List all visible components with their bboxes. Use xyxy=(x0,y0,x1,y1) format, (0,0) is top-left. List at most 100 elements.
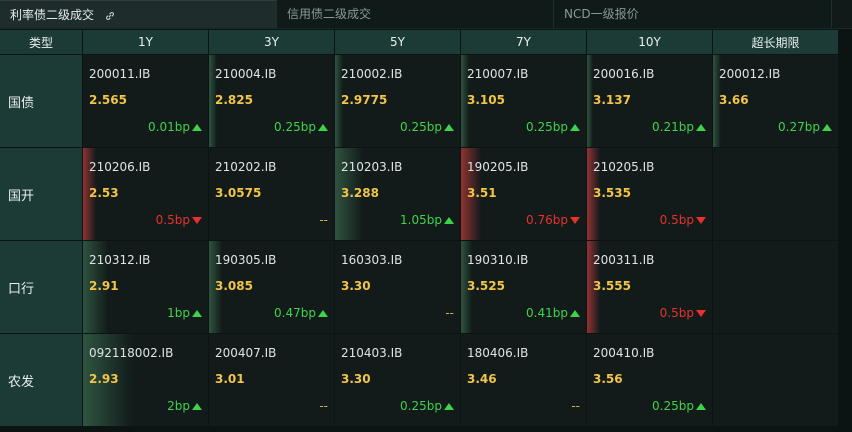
bond-quote-cell[interactable]: 160303.IB 3.30 -- xyxy=(335,241,460,333)
yield-change: 0.25bp xyxy=(274,120,328,134)
bond-quote-cell[interactable]: 200311.IB 3.555 0.5bp xyxy=(587,241,712,333)
bond-yield: 3.30 xyxy=(341,279,371,293)
triangle-up-icon xyxy=(444,124,454,131)
bond-code: 210206.IB xyxy=(89,160,151,174)
row-label: 农发 xyxy=(0,334,82,426)
yield-change-value: 0.5bp xyxy=(659,213,694,227)
yield-change: 0.5bp xyxy=(156,213,202,227)
bond-quote-table: 类型 1Y 3Y 5Y 7Y 10Y 超长期限 国债 200011.IB 2.565… xyxy=(0,30,838,426)
yield-change: 0.27bp xyxy=(778,120,832,134)
header-tenor-1y[interactable]: 1Y xyxy=(83,30,208,54)
bond-yield: 2.53 xyxy=(89,186,119,200)
yield-change-value: 0.25bp xyxy=(400,120,442,134)
bond-quote-cell[interactable]: 210203.IB 3.288 1.05bp xyxy=(335,148,460,240)
yield-change-value: 0.25bp xyxy=(274,120,316,134)
yield-change: 0.25bp xyxy=(400,120,454,134)
yield-change-value: -- xyxy=(319,399,328,413)
bond-yield: 2.93 xyxy=(89,372,119,386)
bond-quote-cell[interactable]: 210312.IB 2.91 1bp xyxy=(83,241,208,333)
bond-yield: 3.288 xyxy=(341,186,379,200)
bond-yield: 3.085 xyxy=(215,279,253,293)
bond-quote-cell[interactable]: 200011.IB 2.565 0.01bp xyxy=(83,55,208,147)
bond-quote-cell[interactable]: 210206.IB 2.53 0.5bp xyxy=(83,148,208,240)
yield-change-value: -- xyxy=(571,399,580,413)
empty-cell xyxy=(713,334,838,426)
yield-change: 2bp xyxy=(167,399,202,413)
triangle-down-icon xyxy=(696,310,706,317)
bond-quote-cell[interactable]: 180406.IB 3.46 -- xyxy=(461,334,586,426)
triangle-up-icon xyxy=(444,217,454,224)
header-tenor-3y[interactable]: 3Y xyxy=(209,30,334,54)
triangle-up-icon xyxy=(570,124,580,131)
triangle-up-icon xyxy=(318,310,328,317)
bond-quote-cell[interactable]: 190305.IB 3.085 0.47bp xyxy=(209,241,334,333)
triangle-up-icon xyxy=(696,124,706,131)
header-tenor-10y[interactable]: 10Y xyxy=(587,30,712,54)
bond-yield: 3.51 xyxy=(467,186,497,200)
yield-change: 0.25bp xyxy=(400,399,454,413)
tab-label: 信用债二级成交 xyxy=(287,7,372,21)
header-tenor-7y[interactable]: 7Y xyxy=(461,30,586,54)
row-label: 口行 xyxy=(0,241,82,333)
bond-yield: 3.30 xyxy=(341,372,371,386)
bond-quote-cell[interactable]: 200012.IB 3.66 0.27bp xyxy=(713,55,838,147)
bond-code: 210004.IB xyxy=(215,67,277,81)
row-label: 国债 xyxy=(0,55,82,147)
bond-quote-cell[interactable]: 190205.IB 3.51 0.76bp xyxy=(461,148,586,240)
yield-change: -- xyxy=(445,306,454,320)
triangle-up-icon xyxy=(192,124,202,131)
header-type: 类型 xyxy=(0,30,82,54)
row-label: 国开 xyxy=(0,148,82,240)
yield-change: 1.05bp xyxy=(400,213,454,227)
header-tenor-ultra-long[interactable]: 超长期限 xyxy=(713,30,838,54)
bond-code: 200407.IB xyxy=(215,346,277,360)
tab-label: NCD一级报价 xyxy=(564,7,639,21)
yield-change-value: 1bp xyxy=(167,306,190,320)
bond-quote-cell[interactable]: 200410.IB 3.56 0.25bp xyxy=(587,334,712,426)
bond-quote-cell[interactable]: 200016.IB 3.137 0.21bp xyxy=(587,55,712,147)
yield-change-value: 0.76bp xyxy=(526,213,568,227)
triangle-up-icon xyxy=(696,403,706,410)
link-icon[interactable] xyxy=(104,10,116,22)
bond-quote-cell[interactable]: 092118002.IB 2.93 2bp xyxy=(83,334,208,426)
yield-change: 0.76bp xyxy=(526,213,580,227)
bond-quote-cell[interactable]: 200407.IB 3.01 -- xyxy=(209,334,334,426)
yield-change-value: 2bp xyxy=(167,399,190,413)
bond-quote-cell[interactable]: 190310.IB 3.525 0.41bp xyxy=(461,241,586,333)
bond-quote-cell[interactable]: 210004.IB 2.825 0.25bp xyxy=(209,55,334,147)
triangle-up-icon xyxy=(192,310,202,317)
yield-change: -- xyxy=(319,399,328,413)
tab-rate-bond-secondary[interactable]: 利率债二级成交 xyxy=(0,0,277,28)
yield-change-value: 0.5bp xyxy=(155,213,190,227)
bond-yield: 2.565 xyxy=(89,93,127,107)
bond-code: 190205.IB xyxy=(467,160,529,174)
bond-code: 210312.IB xyxy=(89,253,151,267)
bond-code: 160303.IB xyxy=(341,253,403,267)
bond-quote-cell[interactable]: 210403.IB 3.30 0.25bp xyxy=(335,334,460,426)
yield-change: 0.5bp xyxy=(660,213,706,227)
bond-code: 210202.IB xyxy=(215,160,277,174)
tab-ncd-primary-quote[interactable]: NCD一级报价 xyxy=(554,0,832,28)
bond-code: 180406.IB xyxy=(467,346,529,360)
yield-change-value: 1.05bp xyxy=(400,213,442,227)
yield-change-value: -- xyxy=(319,213,328,227)
bond-yield: 3.66 xyxy=(719,93,749,107)
bond-quote-cell[interactable]: 210205.IB 3.535 0.5bp xyxy=(587,148,712,240)
bond-quote-cell[interactable]: 210007.IB 3.105 0.25bp xyxy=(461,55,586,147)
bond-yield: 3.535 xyxy=(593,186,631,200)
bond-quote-cell[interactable]: 210002.IB 2.9775 0.25bp xyxy=(335,55,460,147)
bond-yield: 3.525 xyxy=(467,279,505,293)
yield-change-value: 0.25bp xyxy=(400,399,442,413)
yield-change: 0.21bp xyxy=(652,120,706,134)
triangle-up-icon xyxy=(444,403,454,410)
yield-change-value: -- xyxy=(445,306,454,320)
triangle-down-icon xyxy=(570,217,580,224)
bond-quote-cell[interactable]: 210202.IB 3.0575 -- xyxy=(209,148,334,240)
tab-credit-bond-secondary[interactable]: 信用债二级成交 xyxy=(277,0,554,28)
bond-yield: 2.91 xyxy=(89,279,119,293)
empty-cell xyxy=(713,241,838,333)
header-tenor-5y[interactable]: 5Y xyxy=(335,30,460,54)
bond-code: 210007.IB xyxy=(467,67,529,81)
bond-code: 200011.IB xyxy=(89,67,151,81)
triangle-down-icon xyxy=(192,217,202,224)
